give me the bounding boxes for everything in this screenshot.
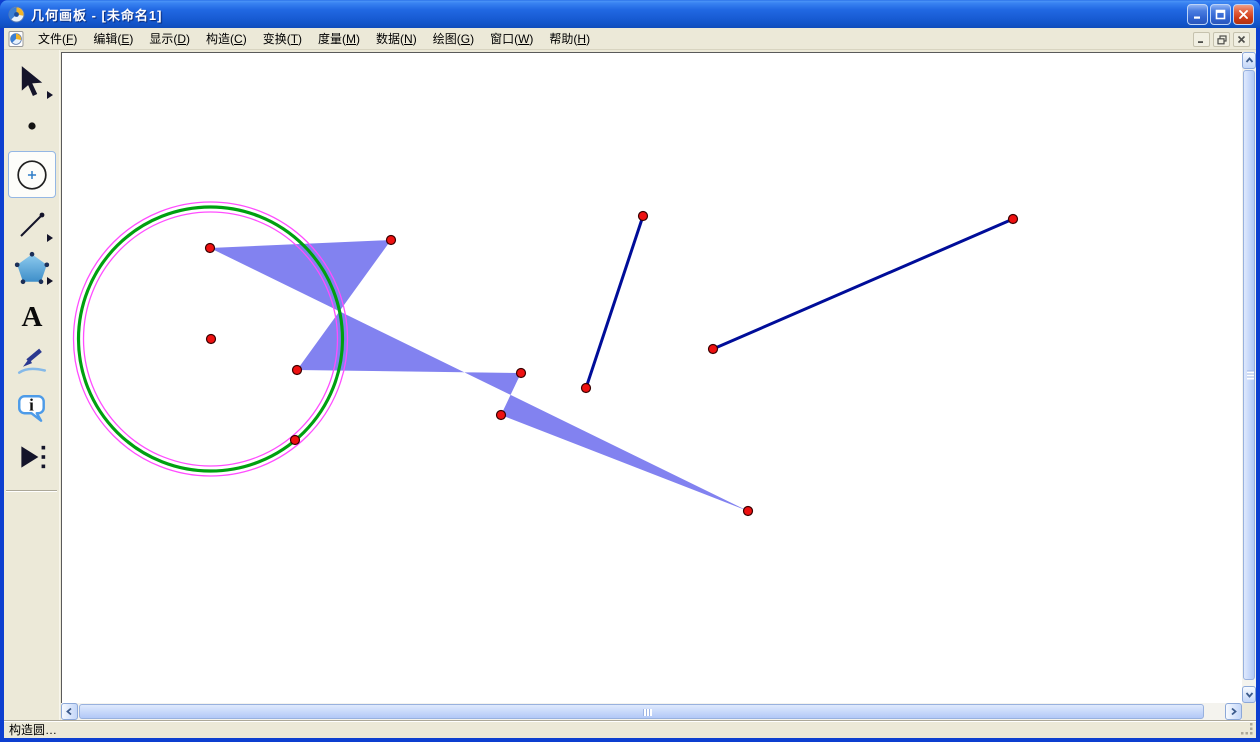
scroll-right-button[interactable] — [1225, 703, 1242, 720]
svg-text:A: A — [22, 301, 43, 333]
scroll-thumb-grip — [1247, 371, 1254, 380]
status-bar: 构造圆… — [4, 720, 1256, 738]
scroll-up-button[interactable] — [1242, 52, 1256, 69]
horizontal-scrollbar[interactable] — [61, 703, 1242, 720]
vertical-scroll-track[interactable] — [1242, 69, 1256, 686]
minimize-button[interactable] — [1187, 4, 1208, 25]
segment[interactable] — [586, 216, 643, 388]
flyout-arrow-icon — [47, 91, 53, 99]
menu-edit[interactable]: 编辑(E) — [85, 27, 141, 50]
scroll-thumb-grip — [643, 709, 652, 716]
scroll-left-button[interactable] — [61, 703, 78, 720]
application-window: 几何画板 - [未命名1] — [0, 0, 1260, 742]
main-area: A i — [4, 50, 1256, 720]
status-message: 构造圆… — [9, 721, 57, 738]
close-button[interactable] — [1233, 4, 1254, 25]
maximize-button[interactable] — [1210, 4, 1231, 25]
mdi-minimize-button[interactable] — [1193, 32, 1210, 47]
mdi-close-button[interactable] — [1233, 32, 1250, 47]
menu-display[interactable]: 显示(D) — [141, 27, 198, 50]
resize-grip[interactable] — [1241, 723, 1254, 736]
text-tool[interactable]: A — [8, 295, 56, 339]
mdi-close-icon — [1237, 35, 1246, 44]
compass-circle-tool[interactable] — [8, 151, 56, 198]
mdi-restore-icon — [1217, 35, 1227, 45]
custom-tools-icon — [15, 440, 49, 474]
vertical-scroll-thumb[interactable] — [1243, 70, 1255, 680]
menu-items: 文件(F)编辑(E)显示(D)构造(C)变换(T)度量(M)数据(N)绘图(G)… — [30, 27, 598, 50]
vertical-scrollbar[interactable] — [1242, 52, 1256, 703]
polygon-tool[interactable] — [8, 246, 56, 290]
horizontal-scroll-thumb[interactable] — [79, 704, 1204, 719]
canvas-point[interactable] — [517, 369, 526, 378]
menu-window[interactable]: 窗口(W) — [482, 27, 541, 50]
scroll-down-button[interactable] — [1242, 686, 1256, 703]
marker-tool[interactable] — [8, 340, 56, 384]
marker-tool-icon — [15, 345, 49, 379]
menu-data[interactable]: 数据(N) — [368, 27, 425, 50]
menu-bar: 文件(F)编辑(E)显示(D)构造(C)变换(T)度量(M)数据(N)绘图(G)… — [4, 28, 1256, 50]
sketch-svg — [62, 53, 1243, 704]
straightedge-segment-tool[interactable] — [8, 203, 56, 247]
maximize-icon — [1215, 9, 1226, 20]
compass-circle-icon — [15, 158, 49, 192]
information-tool-icon: i — [15, 392, 49, 426]
canvas-point[interactable] — [206, 244, 215, 253]
selection-arrow-icon — [16, 65, 48, 99]
window-title: 几何画板 - [未命名1] — [31, 5, 162, 24]
menu-graph[interactable]: 绘图(G) — [425, 27, 482, 50]
canvas-point[interactable] — [497, 411, 506, 420]
menu-transform[interactable]: 变换(T) — [255, 27, 310, 50]
scrollbar-corner — [1242, 703, 1256, 720]
canvas-point[interactable] — [744, 507, 753, 516]
sketchpad-app-icon — [8, 6, 25, 23]
menu-measure[interactable]: 度量(M) — [310, 27, 368, 50]
selection-arrow-tool[interactable] — [8, 60, 56, 104]
custom-tools[interactable] — [8, 435, 56, 479]
canvas-point[interactable] — [207, 335, 216, 344]
chevron-down-icon — [1245, 690, 1254, 699]
tool-palette: A i — [4, 50, 60, 720]
sketch-canvas[interactable] — [61, 52, 1242, 703]
canvas-point[interactable] — [293, 366, 302, 375]
polygon-interior[interactable] — [210, 240, 748, 511]
work-area — [60, 50, 1256, 720]
canvas-point[interactable] — [709, 345, 718, 354]
toolbar-separator — [6, 490, 57, 492]
canvas-point[interactable] — [639, 212, 648, 221]
flyout-arrow-icon — [47, 277, 53, 285]
sketchpad-doc-icon[interactable] — [8, 31, 24, 47]
mdi-restore-button[interactable] — [1213, 32, 1230, 47]
canvas-point[interactable] — [291, 436, 300, 445]
chevron-left-icon — [65, 707, 74, 716]
mdi-minimize-icon — [1197, 35, 1206, 44]
polygon-tool-icon — [14, 251, 50, 285]
flyout-arrow-icon — [47, 234, 53, 242]
point-tool-icon — [18, 112, 46, 140]
canvas-point[interactable] — [387, 236, 396, 245]
canvas-point[interactable] — [582, 384, 591, 393]
svg-text:i: i — [29, 396, 34, 415]
segment-tool-icon — [16, 209, 48, 241]
minimize-icon — [1192, 9, 1203, 20]
information-tool[interactable]: i — [8, 387, 56, 431]
title-bar: 几何画板 - [未命名1] — [0, 0, 1260, 28]
menu-help[interactable]: 帮助(H) — [541, 27, 598, 50]
point-tool[interactable] — [8, 104, 56, 148]
close-icon — [1238, 9, 1249, 20]
canvas-point[interactable] — [1009, 215, 1018, 224]
menu-construct[interactable]: 构造(C) — [198, 27, 255, 50]
menu-file[interactable]: 文件(F) — [30, 27, 85, 50]
chevron-right-icon — [1229, 707, 1238, 716]
chevron-up-icon — [1245, 56, 1254, 65]
text-tool-icon: A — [15, 300, 49, 334]
segment[interactable] — [713, 219, 1013, 349]
horizontal-scroll-track[interactable] — [78, 703, 1225, 720]
